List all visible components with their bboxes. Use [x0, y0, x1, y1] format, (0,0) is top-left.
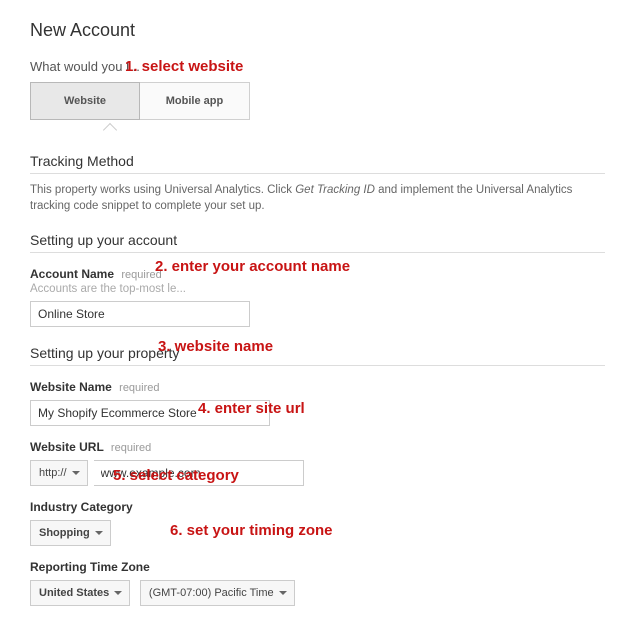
timezone-country-value: United States	[39, 587, 109, 599]
page-title: New Account	[30, 20, 605, 41]
tracking-method-heading: Tracking Method	[30, 153, 605, 174]
account-name-input[interactable]	[30, 301, 250, 327]
property-section-heading: Setting up your property	[30, 345, 605, 366]
tab-pointer-icon	[103, 123, 117, 137]
protocol-value: http://	[39, 467, 67, 479]
industry-label: Industry Category	[30, 500, 605, 514]
account-name-label: Account Name required	[30, 267, 605, 281]
chevron-down-icon	[72, 471, 80, 475]
industry-value: Shopping	[39, 527, 90, 539]
website-name-input[interactable]	[30, 400, 270, 426]
chevron-down-icon	[279, 591, 287, 595]
tracking-desc-link: Get Tracking ID	[295, 184, 375, 196]
tracking-desc-pre: This property works using Universal Anal…	[30, 184, 295, 196]
timezone-country-dropdown[interactable]: United States	[30, 580, 130, 606]
required-tag: required	[121, 269, 161, 281]
required-tag: required	[111, 442, 151, 454]
annotation-6: 6. set your timing zone	[170, 522, 333, 539]
website-url-input[interactable]	[94, 460, 304, 486]
website-url-label: Website URL required	[30, 440, 605, 454]
chevron-down-icon	[95, 531, 103, 535]
website-name-label: Website Name required	[30, 380, 605, 394]
industry-dropdown[interactable]: Shopping	[30, 520, 111, 546]
timezone-offset-dropdown[interactable]: (GMT-07:00) Pacific Time	[140, 580, 295, 606]
tracking-type-tabs: Website Mobile app	[30, 82, 605, 120]
tab-mobile-app[interactable]: Mobile app	[140, 82, 250, 120]
account-name-label-text: Account Name	[30, 267, 114, 281]
timezone-label: Reporting Time Zone	[30, 560, 605, 574]
required-tag: required	[119, 382, 159, 394]
protocol-dropdown[interactable]: http://	[30, 460, 88, 486]
account-section-heading: Setting up your account	[30, 232, 605, 253]
tracking-method-description: This property works using Universal Anal…	[30, 182, 605, 214]
timezone-offset-value: (GMT-07:00) Pacific Time	[149, 587, 274, 599]
tab-website[interactable]: Website	[30, 82, 140, 120]
website-name-label-text: Website Name	[30, 380, 112, 394]
tracking-question: What would you l...	[30, 59, 605, 74]
account-name-hint: Accounts are the top-most le...	[30, 283, 605, 295]
chevron-down-icon	[114, 591, 122, 595]
website-url-label-text: Website URL	[30, 440, 104, 454]
